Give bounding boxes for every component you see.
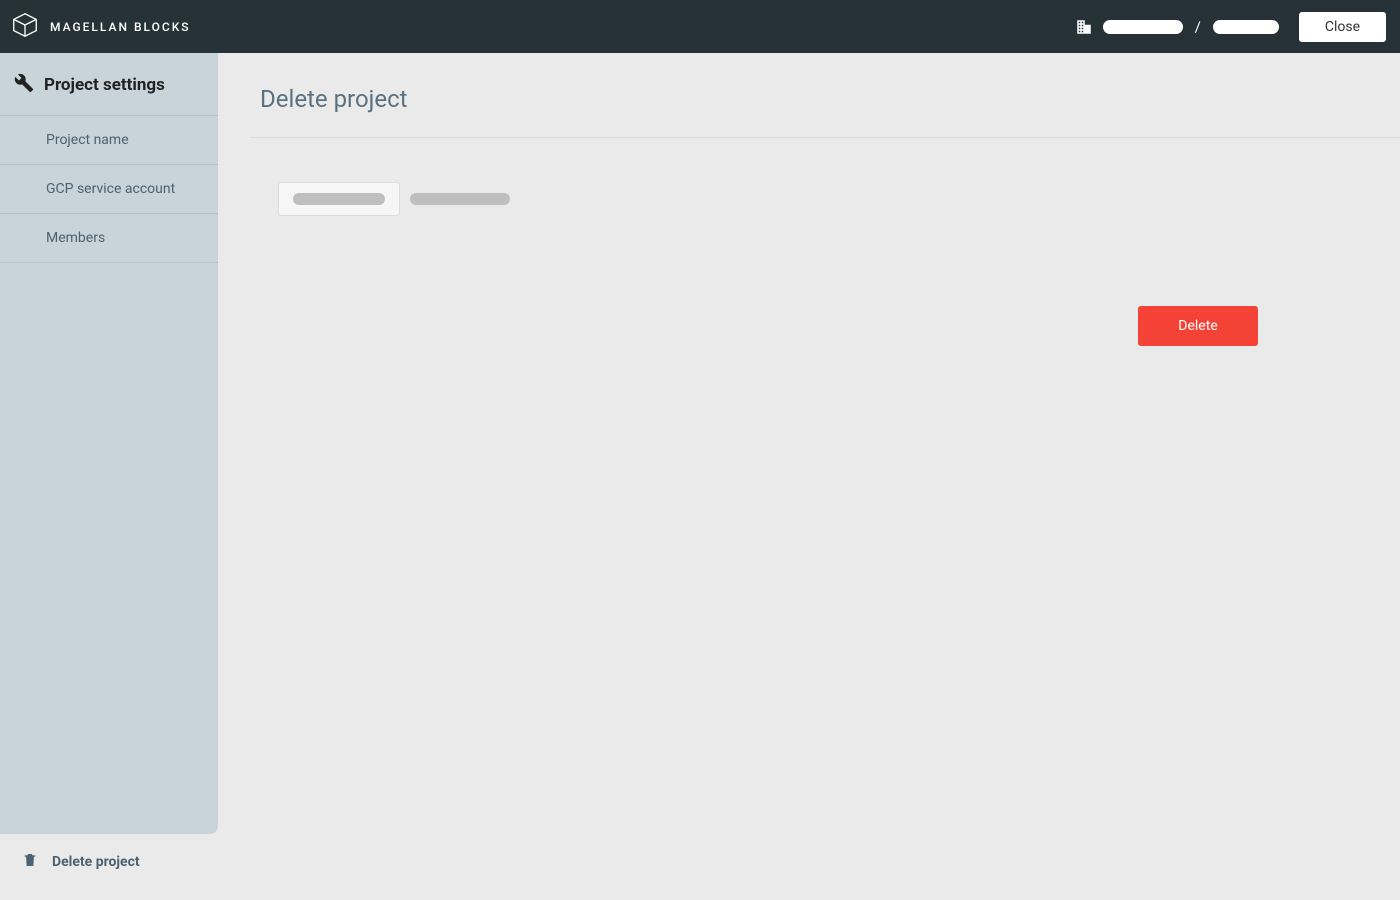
page-title: Delete project [218,77,1400,137]
wrench-icon [14,73,34,97]
form-area: Delete [218,138,1218,346]
cube-logo-icon [10,10,40,44]
sidebar-footer-label: Delete project [52,854,140,870]
breadcrumb-separator: / [1193,18,1203,36]
sidebar-item-gcp-service-account[interactable]: GCP service account [0,165,218,214]
sidebar-header: Project settings [0,53,218,116]
sidebar-item-members[interactable]: Members [0,214,218,263]
confirm-row [278,182,1218,216]
actions: Delete [278,250,1258,346]
main-content: Delete project Delete [218,53,1400,900]
organization-icon [1075,18,1093,36]
body: Project settings Project name GCP servic… [0,53,1400,900]
delete-button[interactable]: Delete [1138,306,1258,346]
sidebar-item-project-name[interactable]: Project name [0,116,218,165]
project-name-placeholder[interactable] [1213,20,1279,34]
confirm-label-placeholder [410,193,510,205]
sidebar: Project settings Project name GCP servic… [0,53,218,834]
brand-area[interactable]: MAGELLAN BLOCKS [10,10,191,44]
close-button[interactable]: Close [1299,12,1386,42]
project-chip [278,182,400,216]
topbar: MAGELLAN BLOCKS / Close [0,0,1400,53]
brand-text: MAGELLAN BLOCKS [50,20,191,34]
sidebar-footer-delete-project[interactable]: Delete project [0,838,218,886]
project-chip-text-placeholder [293,193,385,205]
org-name-placeholder[interactable] [1103,20,1183,34]
sidebar-title: Project settings [44,75,165,95]
trash-icon [22,852,38,872]
topbar-right: / Close [1075,12,1386,42]
